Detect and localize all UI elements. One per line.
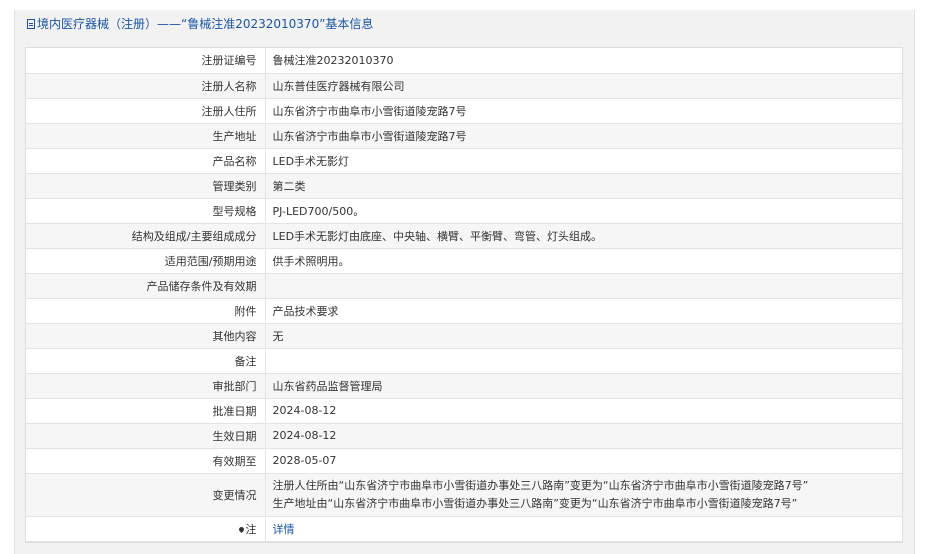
row-value bbox=[265, 348, 902, 374]
row-value bbox=[265, 273, 902, 299]
row-label: 注册人名称 bbox=[26, 73, 266, 99]
row-value: 2024-08-12 bbox=[265, 398, 902, 424]
row-label: 注册人住所 bbox=[26, 98, 266, 124]
row-label: 适用范围/预期用途 bbox=[26, 248, 266, 274]
row-value: 第二类 bbox=[265, 173, 902, 199]
panel-header: 境内医疗器械（注册）——“鲁械注准20232010370”基本信息 bbox=[15, 10, 914, 38]
row-label: 管理类别 bbox=[26, 173, 266, 199]
row-value: 2024-08-12 bbox=[265, 423, 902, 449]
row-label: 注册证编号 bbox=[26, 48, 266, 74]
document-icon bbox=[27, 19, 35, 29]
row-value: LED手术无影灯 bbox=[265, 148, 902, 174]
table-row-note: 注 详情 bbox=[26, 516, 902, 542]
change-value: 注册人住所由“山东省济宁市曲阜市小雪街道办事处三八路南”变更为“山东省济宁市曲阜… bbox=[265, 473, 902, 517]
page-title: 境内医疗器械（注册）——“鲁械注准20232010370”基本信息 bbox=[37, 17, 374, 31]
table-row: 其他内容无 bbox=[26, 323, 902, 349]
row-value: 无 bbox=[265, 323, 902, 349]
row-label: 结构及组成/主要组成成分 bbox=[26, 223, 266, 249]
row-label: 其他内容 bbox=[26, 323, 266, 349]
row-value: 山东省济宁市曲阜市小雪街道陵宠路7号 bbox=[265, 98, 902, 124]
table-row: 附件 产品技术要求 bbox=[26, 298, 902, 324]
row-value: 产品技术要求 bbox=[265, 298, 902, 324]
table-row: 适用范围/预期用途 供手术照明用。 bbox=[26, 248, 902, 274]
row-label: 备注 bbox=[26, 348, 266, 374]
row-label: 产品储存条件及有效期 bbox=[26, 273, 266, 299]
row-label: 产品名称 bbox=[26, 148, 266, 174]
details-link[interactable]: 详情 bbox=[273, 523, 295, 536]
row-label: 批准日期 bbox=[26, 398, 266, 424]
row-label: 生效日期 bbox=[26, 423, 266, 449]
table-row: 生产地址 山东省济宁市曲阜市小雪街道陵宠路7号 bbox=[26, 123, 902, 149]
table-row: 型号规格 PJ-LED700/500。 bbox=[26, 198, 902, 224]
table-row: 注册证编号 鲁械注准20232010370 bbox=[26, 48, 902, 74]
table-row: 产品名称 LED手术无影灯 bbox=[26, 148, 902, 174]
table-row-change: 变更情况 注册人住所由“山东省济宁市曲阜市小雪街道办事处三八路南”变更为“山东省… bbox=[26, 473, 902, 517]
note-label-cell: 注 bbox=[26, 516, 266, 542]
row-value: 山东普佳医疗器械有限公司 bbox=[265, 73, 902, 99]
row-value: LED手术无影灯由底座、中央轴、横臂、平衡臂、弯管、灯头组成。 bbox=[265, 223, 902, 249]
table-row: 注册人名称 山东普佳医疗器械有限公司 bbox=[26, 73, 902, 99]
row-value: 山东省药品监督管理局 bbox=[265, 373, 902, 399]
row-value: 鲁械注准20232010370 bbox=[265, 48, 902, 74]
row-label: 注 bbox=[245, 522, 257, 536]
table-row: 结构及组成/主要组成成分 LED手术无影灯由底座、中央轴、横臂、平衡臂、弯管、灯头… bbox=[26, 223, 902, 249]
table-row: 注册人住所 山东省济宁市曲阜市小雪街道陵宠路7号 bbox=[26, 98, 902, 124]
change-line: 生产地址由“山东省济宁市曲阜市小雪街道办事处三八路南”变更为“山东省济宁市曲阜市… bbox=[272, 496, 798, 510]
table-row: 审批部门 山东省药品监督管理局 bbox=[26, 373, 902, 399]
table-row: 产品储存条件及有效期 bbox=[26, 273, 902, 299]
row-value: 供手术照明用。 bbox=[265, 248, 902, 274]
row-value: 山东省济宁市曲阜市小雪街道陵宠路7号 bbox=[265, 123, 902, 149]
table-row: 管理类别 第二类 bbox=[26, 173, 902, 199]
table-row: 有效期至 2028-05-07 bbox=[26, 448, 902, 474]
pin-icon bbox=[237, 525, 245, 533]
row-label: 附件 bbox=[26, 298, 266, 324]
row-label: 生产地址 bbox=[26, 123, 266, 149]
row-value: PJ-LED700/500。 bbox=[265, 198, 902, 224]
info-table: 注册证编号 鲁械注准20232010370 注册人名称 山东普佳医疗器械有限公司 注… bbox=[26, 48, 902, 542]
row-label: 变更情况 bbox=[26, 473, 266, 517]
row-label: 有效期至 bbox=[26, 448, 266, 474]
note-value-cell: 详情 bbox=[265, 516, 902, 542]
table-row: 备注 bbox=[26, 348, 902, 374]
table-row: 生效日期 2024-08-12 bbox=[26, 423, 902, 449]
change-line: 注册人住所由“山东省济宁市曲阜市小雪街道办事处三八路南”变更为“山东省济宁市曲阜… bbox=[272, 478, 809, 492]
row-value: 2028-05-07 bbox=[265, 448, 902, 474]
table-row: 批准日期 2024-08-12 bbox=[26, 398, 902, 424]
info-table-container: 注册证编号 鲁械注准20232010370 注册人名称 山东普佳医疗器械有限公司 注… bbox=[25, 47, 903, 543]
info-panel: 境内医疗器械（注册）——“鲁械注准20232010370”基本信息 注册证编号鲁… bbox=[14, 10, 915, 554]
row-label: 型号规格 bbox=[26, 198, 266, 224]
row-label: 审批部门 bbox=[26, 373, 266, 399]
